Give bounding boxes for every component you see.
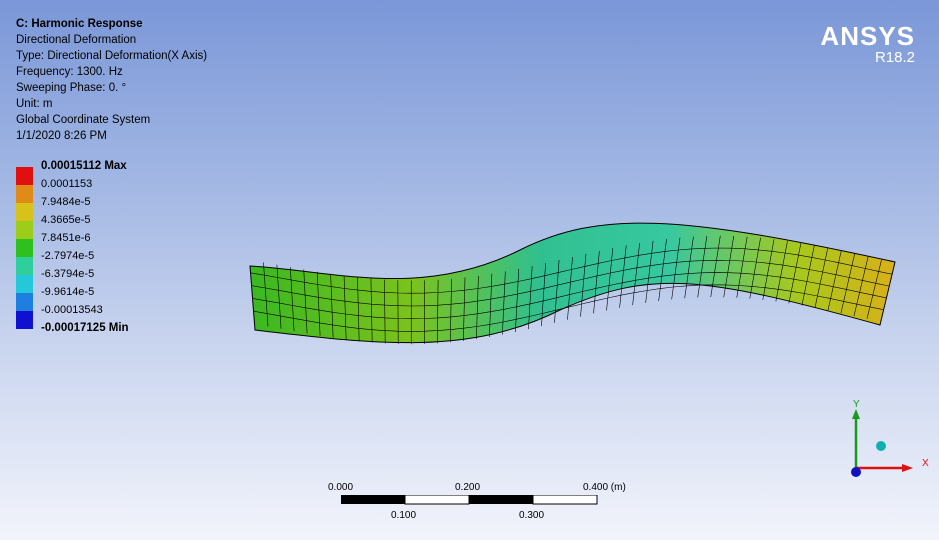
coordinate-triad[interactable]: Y X xyxy=(838,395,938,485)
scale-bar: 0.000 0.200 0.400 (m) 0.100 0.300 xyxy=(300,480,660,530)
scale-bar-graphic xyxy=(341,495,598,505)
scale-label-400: 0.400 (m) xyxy=(583,482,626,493)
y-axis-label: Y xyxy=(853,399,860,410)
scale-label-200: 0.200 xyxy=(455,482,481,493)
beam-body xyxy=(249,222,896,344)
scale-label-0: 0.000 xyxy=(328,482,354,493)
scale-label-300: 0.300 xyxy=(519,510,545,521)
x-axis-label: X xyxy=(922,458,929,469)
scale-label-100: 0.100 xyxy=(391,510,417,521)
deformed-beam-mesh[interactable] xyxy=(0,0,939,540)
